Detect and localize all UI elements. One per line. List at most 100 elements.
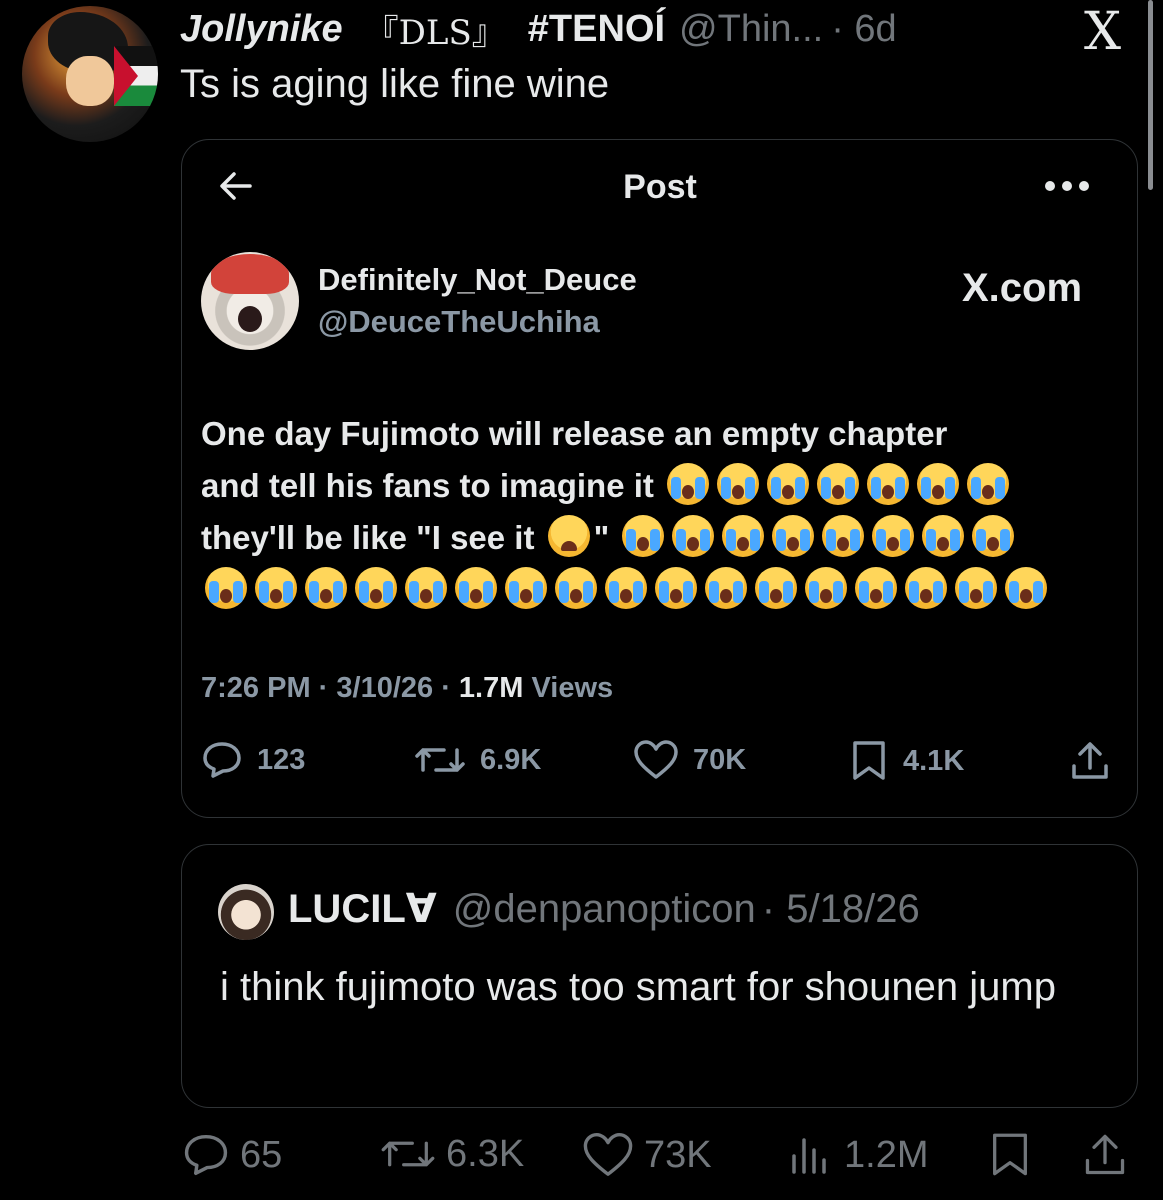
emoji-group bbox=[618, 515, 1018, 557]
site-label: X.com bbox=[962, 266, 1083, 310]
back-arrow-icon[interactable] bbox=[218, 168, 254, 204]
more-options-icon[interactable] bbox=[1042, 178, 1092, 194]
loudly-crying-face-emoji-icon bbox=[305, 567, 347, 609]
tweet-text: Ts is aging like fine wine bbox=[180, 62, 610, 106]
views-button[interactable]: 1.2M bbox=[786, 1132, 928, 1178]
share-button[interactable] bbox=[1082, 1132, 1138, 1178]
loudly-crying-face-emoji-icon bbox=[622, 515, 665, 557]
author-handle[interactable]: @Thin... bbox=[679, 8, 823, 51]
views-count: 1.2M bbox=[844, 1133, 929, 1176]
quoted-post-header: LUCIL∀ @denpanopticon · 5/18/26 bbox=[288, 886, 920, 932]
post-meta: 7:26 PM · 3/10/26 · 1.7M Views bbox=[201, 672, 613, 705]
loudly-crying-face-emoji-icon bbox=[755, 567, 797, 609]
loudly-crying-face-emoji-icon bbox=[905, 567, 947, 609]
bookmark-icon bbox=[993, 1133, 1027, 1176]
loudly-crying-face-emoji-icon bbox=[555, 567, 597, 609]
loudly-crying-face-emoji-icon bbox=[605, 567, 647, 609]
heart-icon bbox=[634, 740, 678, 779]
loudly-crying-face-emoji-icon bbox=[655, 567, 697, 609]
like-button[interactable]: 70K bbox=[633, 740, 746, 780]
loudly-crying-face-emoji-icon bbox=[805, 567, 847, 609]
loudly-crying-face-emoji-icon bbox=[855, 567, 897, 609]
body-text: " bbox=[593, 519, 610, 556]
loudly-crying-face-emoji-icon bbox=[717, 463, 760, 505]
loudly-crying-face-emoji-icon bbox=[255, 567, 297, 609]
repost-button[interactable]: 6.3K bbox=[380, 1132, 524, 1176]
action-bar: 65 6.3K 73K 1.2M bbox=[182, 1132, 1142, 1182]
embedded-author-avatar[interactable] bbox=[201, 252, 299, 350]
reply-button[interactable]: 65 bbox=[182, 1132, 282, 1178]
loudly-crying-face-emoji-icon bbox=[205, 567, 247, 609]
repost-count: 6.3K bbox=[446, 1132, 525, 1175]
share-icon bbox=[1072, 742, 1108, 779]
share-button[interactable] bbox=[1069, 740, 1125, 782]
flag-icon bbox=[114, 46, 158, 106]
quoted-author-name[interactable]: LUCIL∀ bbox=[288, 887, 437, 931]
loudly-crying-face-emoji-icon bbox=[972, 515, 1015, 557]
like-count: 70K bbox=[693, 743, 747, 776]
body-text: and tell his fans to imagine it bbox=[201, 467, 654, 504]
x-logo-icon[interactable]: X bbox=[1084, 6, 1121, 58]
body-line: and tell his fans to imagine it bbox=[201, 460, 1101, 512]
loudly-crying-face-emoji-icon bbox=[405, 567, 447, 609]
reply-count: 123 bbox=[257, 743, 306, 776]
loudly-crying-face-emoji-icon bbox=[667, 463, 710, 505]
tweet-age[interactable]: · 6d bbox=[831, 8, 896, 51]
avatar-mouth bbox=[238, 306, 262, 332]
scrollbar[interactable] bbox=[1148, 0, 1153, 190]
body-text: One day Fujimoto will release an empty c… bbox=[201, 415, 948, 452]
body-line: they'll be like "I see it " bbox=[201, 512, 1101, 564]
loudly-crying-face-emoji-icon bbox=[772, 515, 815, 557]
views-chart-icon bbox=[792, 1138, 826, 1174]
bookmark-button[interactable] bbox=[988, 1132, 1042, 1178]
loudly-crying-face-emoji-icon bbox=[767, 463, 810, 505]
post-header-title: Post bbox=[623, 168, 697, 206]
loudly-crying-face-emoji-icon bbox=[722, 515, 765, 557]
author-avatar[interactable] bbox=[22, 6, 158, 142]
views-label: Views bbox=[531, 672, 614, 704]
body-line bbox=[201, 564, 1101, 616]
heart-icon bbox=[583, 1132, 633, 1176]
bookmark-count: 4.1K bbox=[903, 744, 965, 777]
share-icon bbox=[1085, 1134, 1125, 1175]
loudly-crying-face-emoji-icon bbox=[917, 463, 960, 505]
loudly-crying-face-emoji-icon bbox=[705, 567, 747, 609]
loudly-crying-face-emoji-icon bbox=[355, 567, 397, 609]
avatar-hair bbox=[211, 254, 289, 294]
author-name-badge: 『DLS』 bbox=[364, 12, 506, 53]
embedded-author-handle[interactable]: @DeuceTheUchiha bbox=[318, 304, 600, 340]
tweet-header: Jollynike 『DLS』 #TENOÍ @Thin... · 6d bbox=[180, 4, 897, 54]
weary-face-emoji-icon bbox=[547, 515, 590, 557]
loudly-crying-face-emoji-icon bbox=[955, 567, 997, 609]
bookmark-button[interactable]: 4.1K bbox=[849, 740, 964, 782]
post-date[interactable]: · 3/10/26 · bbox=[319, 672, 451, 704]
repost-icon bbox=[381, 1141, 435, 1167]
quoted-author-handle[interactable]: @denpanopticon bbox=[453, 887, 756, 931]
like-button[interactable]: 73K bbox=[582, 1132, 712, 1178]
loudly-crying-face-emoji-icon bbox=[817, 463, 860, 505]
loudly-crying-face-emoji-icon bbox=[922, 515, 965, 557]
quoted-post-date[interactable]: · 5/18/26 bbox=[762, 887, 920, 931]
views-count: 1.7M bbox=[458, 672, 524, 704]
loudly-crying-face-emoji-icon bbox=[867, 463, 910, 505]
reply-count: 65 bbox=[240, 1133, 283, 1176]
author-name[interactable]: Jollynike bbox=[180, 8, 343, 51]
loudly-crying-face-emoji-icon bbox=[872, 515, 915, 557]
emoji-group bbox=[663, 463, 1013, 505]
bookmark-icon bbox=[853, 741, 885, 780]
avatar-face bbox=[66, 56, 114, 106]
embedded-stats-row: 123 6.9K 70K 4.1K bbox=[201, 740, 1116, 790]
repost-button[interactable]: 6.9K bbox=[414, 740, 541, 780]
loudly-crying-face-emoji-icon bbox=[967, 463, 1010, 505]
emoji-group bbox=[201, 567, 1051, 609]
embedded-author-name[interactable]: Definitely_Not_Deuce bbox=[318, 262, 637, 298]
loudly-crying-face-emoji-icon bbox=[455, 567, 497, 609]
loudly-crying-face-emoji-icon bbox=[1005, 567, 1047, 609]
post-time[interactable]: 7:26 PM bbox=[201, 672, 311, 704]
embedded-post-body: One day Fujimoto will release an empty c… bbox=[201, 408, 1101, 616]
repost-count: 6.9K bbox=[480, 743, 542, 776]
quoted-author-avatar[interactable] bbox=[218, 884, 274, 940]
reply-button[interactable]: 123 bbox=[201, 740, 305, 780]
reply-icon bbox=[203, 742, 241, 778]
loudly-crying-face-emoji-icon bbox=[822, 515, 865, 557]
